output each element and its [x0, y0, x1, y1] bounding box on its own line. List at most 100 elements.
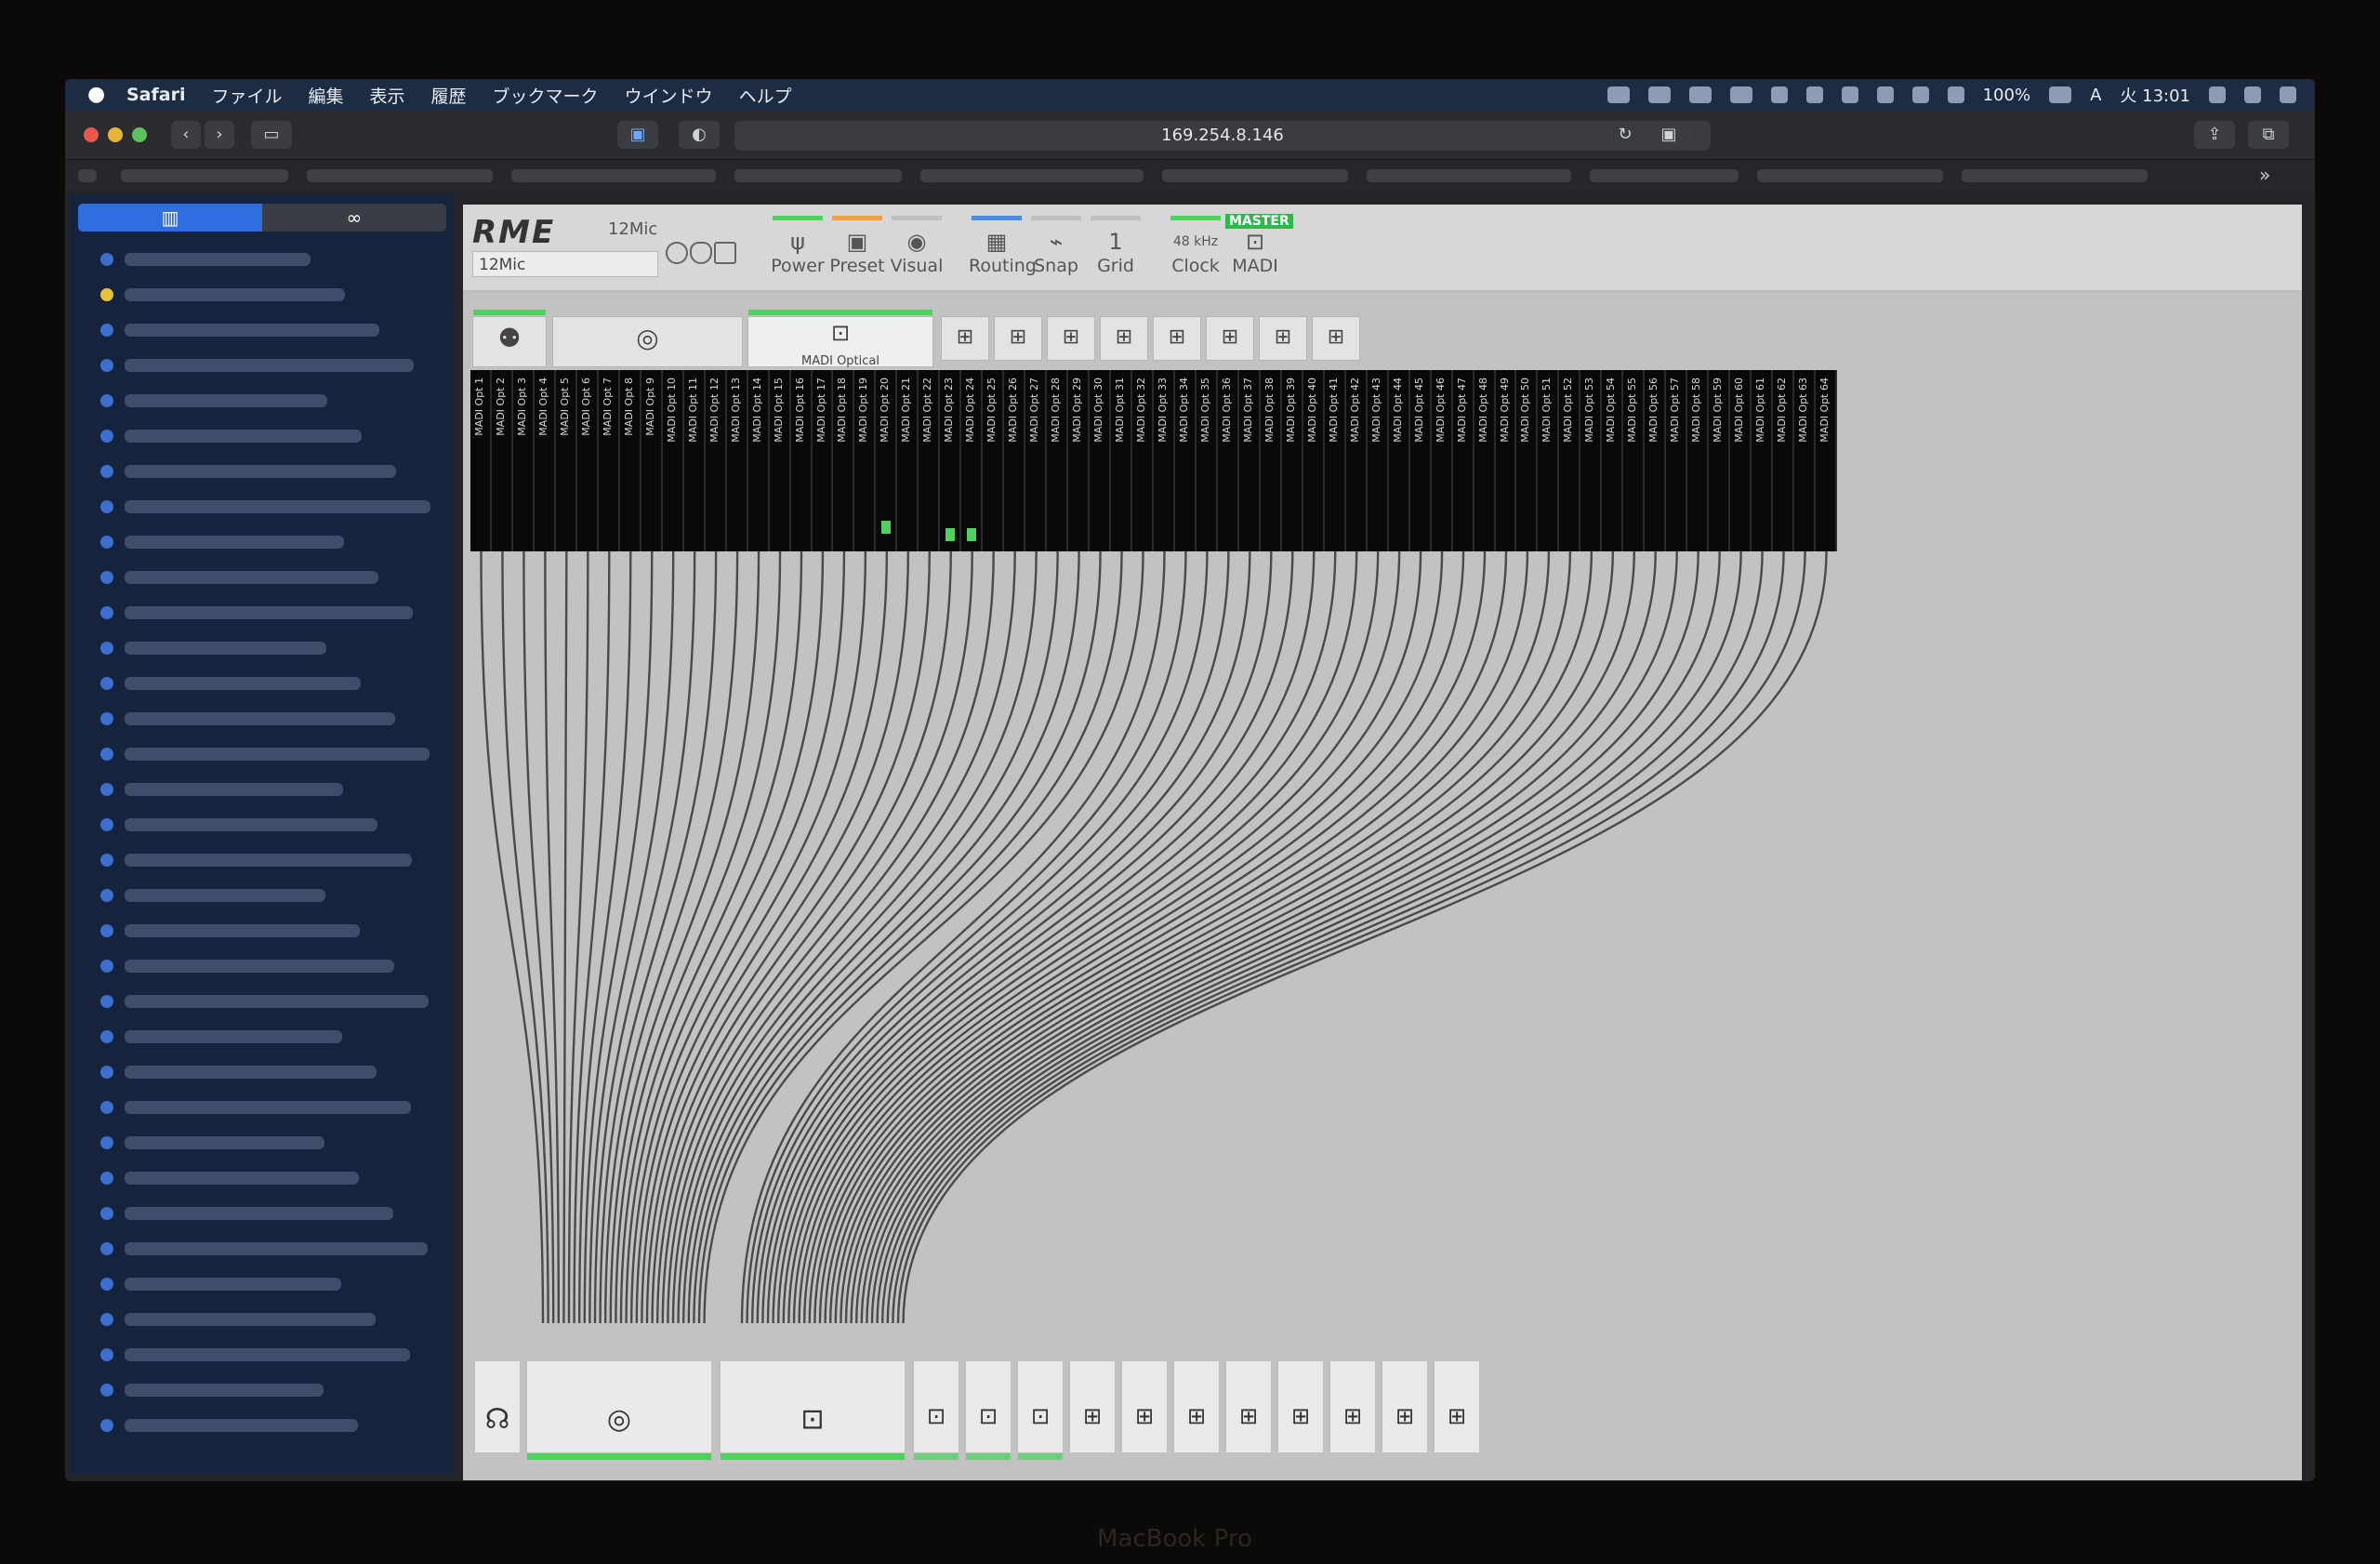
output-tile[interactable]: ⊡: [965, 1360, 1012, 1460]
bookmark-item[interactable]: [100, 776, 444, 802]
channel-column[interactable]: MADI Opt 16: [791, 370, 813, 551]
bookmark-item[interactable]: [100, 1200, 444, 1226]
channel-column[interactable]: MADI Opt 30: [1090, 370, 1112, 551]
channel-column[interactable]: MADI Opt 5: [556, 370, 577, 551]
output-tile[interactable]: ⊞: [1382, 1360, 1428, 1453]
input-tile[interactable]: ⊞: [994, 316, 1042, 361]
input-tile[interactable]: ⊞: [1259, 316, 1307, 361]
bookmark-item[interactable]: [100, 741, 444, 767]
input-tile[interactable]: ⊞: [1153, 316, 1201, 361]
output-tile[interactable]: ⊡: [1017, 1360, 1064, 1460]
channel-column[interactable]: MADI Opt 4: [535, 370, 556, 551]
channel-column[interactable]: MADI Opt 53: [1580, 370, 1603, 551]
output-tile[interactable]: ⊞: [1434, 1360, 1480, 1453]
channel-column[interactable]: MADI Opt 40: [1303, 370, 1325, 551]
bookmark-item[interactable]: [100, 246, 444, 272]
book-icon[interactable]: [714, 242, 736, 264]
glasses-icon[interactable]: ∞: [262, 204, 446, 232]
favorite-item[interactable]: [1590, 169, 1739, 182]
tracking-shield-icon[interactable]: ▣: [617, 121, 658, 149]
menu-history[interactable]: 履歴: [431, 83, 467, 108]
screen-share-icon[interactable]: ▣: [1646, 121, 1692, 149]
lightbulb-icon[interactable]: [690, 242, 712, 264]
output-headphones-tile[interactable]: ☊: [474, 1360, 521, 1453]
toolbar-button-visual[interactable]: ◉ Visual: [889, 216, 945, 283]
toolbar-button-clock[interactable]: 48 kHz Clock: [1168, 216, 1223, 283]
channel-column[interactable]: MADI Opt 6: [577, 370, 599, 551]
input-tile[interactable]: ⊞: [1047, 316, 1095, 361]
channel-column[interactable]: MADI Opt 19: [854, 370, 877, 551]
globe-icon[interactable]: [1805, 86, 1823, 103]
bookmark-item[interactable]: [100, 1059, 444, 1085]
channel-column[interactable]: MADI Opt 41: [1325, 370, 1346, 551]
bookmark-item[interactable]: [100, 1271, 444, 1297]
channel-column[interactable]: MADI Opt 11: [684, 370, 706, 551]
menu-file[interactable]: ファイル: [211, 83, 282, 108]
toolbar-button-preset[interactable]: ▣ Preset: [829, 216, 885, 283]
bookmark-item[interactable]: [100, 706, 444, 732]
favorite-item[interactable]: [734, 169, 902, 182]
toolbar-button-power[interactable]: ψ Power: [770, 216, 826, 283]
channel-column[interactable]: MADI Opt 17: [813, 370, 834, 551]
channel-column[interactable]: MADI Opt 28: [1047, 370, 1069, 551]
channel-column[interactable]: MADI Opt 3: [513, 370, 535, 551]
bookmark-item[interactable]: [100, 282, 444, 308]
reload-icon[interactable]: ↻: [1612, 121, 1638, 149]
bookmark-item[interactable]: [100, 882, 444, 908]
input-madi-optical-tile[interactable]: ⊡ MADI Optical: [747, 310, 933, 368]
minimize-window-button[interactable]: [108, 127, 123, 142]
favorite-item[interactable]: [307, 169, 493, 182]
channel-column[interactable]: MADI Opt 8: [620, 370, 641, 551]
channel-column[interactable]: MADI Opt 51: [1538, 370, 1560, 551]
grid-icon[interactable]: [78, 169, 97, 182]
bookmark-item[interactable]: [100, 564, 444, 590]
channel-column[interactable]: MADI Opt 49: [1496, 370, 1517, 551]
channel-column[interactable]: MADI Opt 31: [1111, 370, 1133, 551]
share-icon[interactable]: ⇪: [2194, 121, 2235, 149]
channel-column[interactable]: MADI Opt 59: [1709, 370, 1731, 551]
favorite-item[interactable]: [1757, 169, 1943, 182]
close-window-button[interactable]: [84, 127, 99, 142]
cloud-icon[interactable]: [1647, 86, 1671, 103]
channel-column[interactable]: MADI Opt 46: [1432, 370, 1453, 551]
channel-column[interactable]: MADI Opt 33: [1154, 370, 1175, 551]
bookmark-item[interactable]: [100, 1024, 444, 1050]
bookmark-item[interactable]: [100, 317, 444, 343]
channel-column[interactable]: MADI Opt 43: [1368, 370, 1389, 551]
input-tile[interactable]: ⊞: [1312, 316, 1360, 361]
bookmark-item[interactable]: [100, 953, 444, 979]
menu-help[interactable]: ヘルプ: [739, 83, 792, 108]
bluetooth-icon[interactable]: [1876, 86, 1894, 103]
channel-column[interactable]: MADI Opt 45: [1410, 370, 1432, 551]
channel-column[interactable]: MADI Opt 63: [1794, 370, 1817, 551]
app-menu[interactable]: Safari: [126, 85, 185, 105]
channel-column[interactable]: MADI Opt 64: [1816, 370, 1837, 551]
channel-column[interactable]: MADI Opt 42: [1346, 370, 1368, 551]
channel-column[interactable]: MADI Opt 62: [1773, 370, 1795, 551]
channel-column[interactable]: MADI Opt 35: [1197, 370, 1218, 551]
menu-bookmarks[interactable]: ブックマーク: [493, 83, 599, 108]
favorite-item[interactable]: [511, 169, 716, 182]
channel-column[interactable]: MADI Opt 50: [1516, 370, 1539, 551]
channel-column[interactable]: MADI Opt 44: [1389, 370, 1410, 551]
channel-column[interactable]: MADI Opt 13: [727, 370, 748, 551]
favorite-item[interactable]: [1367, 169, 1571, 182]
reader-icon[interactable]: ◐: [679, 121, 720, 149]
menu-view[interactable]: 表示: [370, 83, 405, 108]
channel-column[interactable]: MADI Opt 55: [1623, 370, 1646, 551]
channel-column[interactable]: MADI Opt 29: [1068, 370, 1091, 551]
channel-column[interactable]: MADI Opt 7: [599, 370, 620, 551]
dropbox-icon[interactable]: [1606, 86, 1630, 103]
input-tile[interactable]: ⊞: [1206, 316, 1254, 361]
settings-gear-icon[interactable]: [666, 242, 688, 264]
menu-clock[interactable]: 火 13:01: [2120, 83, 2190, 107]
bookmark-item[interactable]: [100, 670, 444, 696]
favorite-item[interactable]: [121, 169, 288, 182]
channel-column[interactable]: MADI Opt 22: [919, 370, 941, 551]
channel-column[interactable]: MADI Opt 48: [1474, 370, 1496, 551]
bookmark-item[interactable]: [100, 388, 444, 414]
more-favorites-icon[interactable]: »: [2259, 164, 2270, 186]
channel-column[interactable]: MADI Opt 54: [1602, 370, 1624, 551]
input-xlr-mic-tile[interactable]: ⚉: [472, 310, 547, 367]
input-mode[interactable]: A: [2090, 86, 2101, 105]
